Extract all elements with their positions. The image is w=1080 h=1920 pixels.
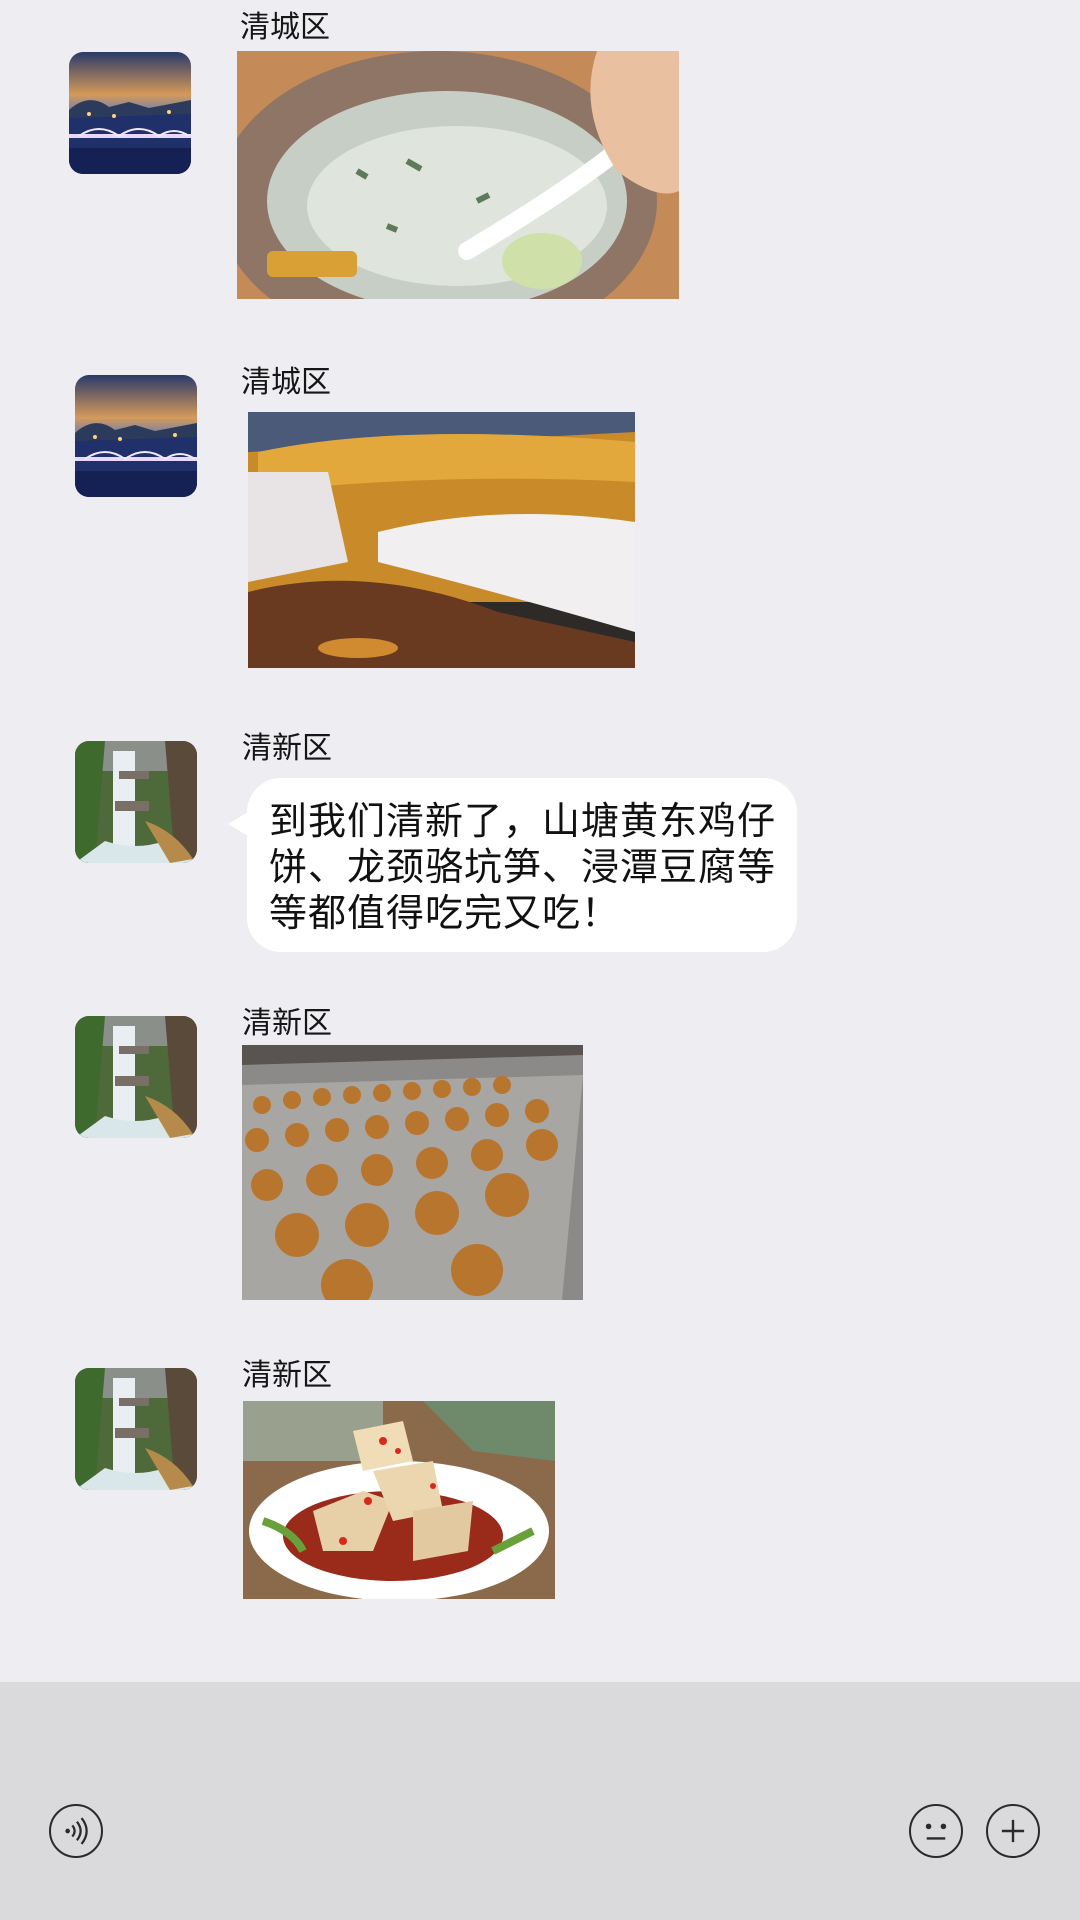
face-icon (925, 1823, 947, 1840)
message-bubble[interactable]: 到我们清新了，山塘黄东鸡仔饼、龙颈骆坑笋、浸潭豆腐等等都值得吃完又吃！ (247, 778, 797, 952)
sender-avatar[interactable] (69, 52, 191, 174)
city-night-bridge-avatar (75, 375, 197, 497)
message-image[interactable] (237, 51, 679, 299)
sender-name: 清新区 (242, 1358, 332, 1393)
input-bar (0, 1682, 1080, 1920)
more-button[interactable] (986, 1804, 1040, 1858)
sender-avatar[interactable] (75, 1368, 197, 1490)
message-image[interactable] (242, 1045, 583, 1300)
sender-name: 清新区 (242, 731, 332, 766)
voice-wave-icon (65, 1817, 88, 1845)
sender-avatar[interactable] (75, 375, 197, 497)
chat-area[interactable]: 清城区 清城区 清新区 到我们清新了，山塘黄东鸡仔饼、龙颈骆坑笋、浸潭豆腐等等都… (0, 0, 1080, 1682)
clay-pot-congee-photo (237, 51, 679, 299)
tofu-with-chili-photo (243, 1401, 555, 1599)
sender-name: 清新区 (242, 1006, 332, 1041)
emoji-button[interactable] (909, 1804, 963, 1858)
message-image[interactable] (248, 412, 635, 668)
message-image[interactable] (243, 1401, 555, 1599)
sender-avatar[interactable] (75, 1016, 197, 1138)
voice-input-button[interactable] (49, 1804, 103, 1858)
city-night-bridge-avatar (69, 52, 191, 174)
bubble-tail (228, 812, 248, 836)
sender-name: 清城区 (241, 365, 331, 400)
waterfall-avatar (75, 741, 197, 863)
baked-pastries-tray-photo (242, 1045, 583, 1300)
waterfall-avatar (75, 1016, 197, 1138)
sender-name: 清城区 (240, 10, 330, 45)
plus-icon (1001, 1819, 1025, 1843)
waterfall-avatar (75, 1368, 197, 1490)
sender-avatar[interactable] (75, 741, 197, 863)
roast-goose-photo (248, 412, 635, 668)
